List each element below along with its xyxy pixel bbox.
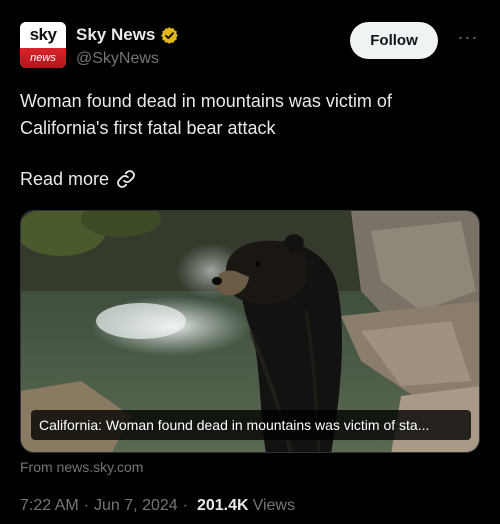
author-info: Sky News @SkyNews <box>76 24 179 68</box>
tweet-meta: 7:22 AM · Jun 7, 2024 · 201.4K Views <box>20 497 295 515</box>
handle[interactable]: @SkyNews <box>76 50 179 68</box>
tweet-text: Woman found dead in mountains was victim… <box>20 91 392 138</box>
more-options-icon[interactable]: ··· <box>456 28 480 50</box>
tweet-time[interactable]: 7:22 AM <box>20 497 79 515</box>
link-card-image[interactable]: California: Woman found dead in mountain… <box>20 210 480 453</box>
meta-separator-2: · <box>182 497 188 514</box>
tweet-header: sky news Sky News @SkyNews Follow ··· <box>20 22 480 70</box>
read-more-label: Read more <box>20 168 110 189</box>
card-caption: California: Woman found dead in mountain… <box>31 410 471 440</box>
views-label: Views <box>252 497 295 514</box>
tweet-post: sky news Sky News @SkyNews Follow ··· Wo… <box>0 0 500 524</box>
card-source[interactable]: From news.sky.com <box>20 459 143 475</box>
tweet-date[interactable]: Jun 7, 2024 <box>94 497 178 515</box>
views-count: 201.4K <box>196 497 249 514</box>
display-name[interactable]: Sky News <box>76 25 155 45</box>
avatar[interactable]: sky news <box>20 22 66 68</box>
read-more-link[interactable]: Read more <box>20 168 137 190</box>
verified-badge-icon <box>161 26 179 44</box>
avatar-logo-top: sky <box>20 22 66 48</box>
link-icon <box>117 170 135 188</box>
follow-button[interactable]: Follow <box>350 22 438 59</box>
meta-separator: · <box>83 497 90 514</box>
avatar-logo-bottom: news <box>20 48 66 68</box>
